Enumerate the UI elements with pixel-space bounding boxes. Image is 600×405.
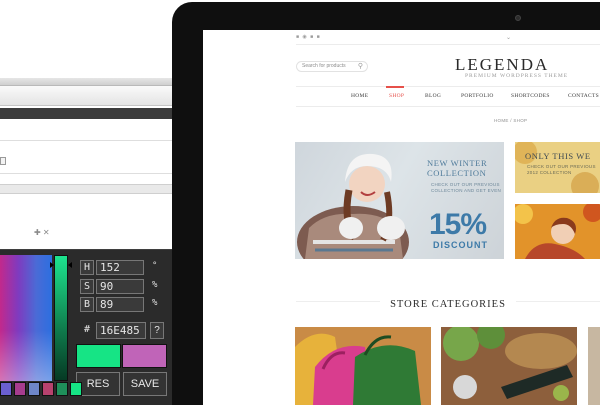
hue-input[interactable]: 152 (96, 260, 144, 275)
camera-icon (515, 15, 521, 21)
chevron-down-icon[interactable]: ⌄ (506, 34, 511, 41)
saturation-input[interactable]: 90 (96, 279, 144, 294)
palette-swatch[interactable] (28, 382, 40, 396)
search-placeholder: Search for products (302, 63, 346, 69)
website-screen: ■ ◉ ■ ■ ⌄ Search for products ⚲ LEGENDA … (203, 30, 600, 405)
nav-blog[interactable]: BLOG (425, 93, 441, 99)
banner1-text-line1: CHECK OUT OUR PREVIOUS (431, 182, 500, 187)
top-bar-icons[interactable]: ■ ◉ ■ ■ (296, 34, 321, 40)
saturation-unit: % (152, 280, 158, 290)
nav-shortcodes[interactable]: SHORTCODES (511, 93, 550, 99)
bags-photo (295, 327, 431, 405)
save-button[interactable]: SAVE (123, 372, 167, 396)
breadcrumb: HOME / SHOP (494, 118, 528, 123)
banner2-text-line2: 2012 COLLECTION (527, 170, 572, 175)
palette-swatch[interactable] (0, 382, 12, 396)
site-logo[interactable]: LEGENDA (455, 55, 549, 75)
palette-swatch[interactable] (14, 382, 26, 396)
nav-top-divider (296, 86, 600, 87)
nav-portfolio[interactable]: PORTFOLIO (461, 93, 494, 99)
reset-button[interactable]: RES (76, 372, 120, 396)
category-bags[interactable] (295, 327, 431, 405)
palette-swatch[interactable] (56, 382, 68, 396)
banner1-text-line2: COLLECTION AND GET EVEN (431, 188, 502, 193)
banner2-title: ONLY THIS WE (525, 151, 591, 161)
banner1-title-line2: COLLECTION (427, 168, 487, 178)
palette-swatch[interactable] (42, 382, 54, 396)
banner1-percent: 15% (429, 208, 487, 241)
hue-label: H (80, 260, 94, 275)
screenshot-stage: ✚ ✕ H 152 ° S 90 % B 89 % # 16E485 ? RES… (0, 0, 600, 405)
autumn-model-banner[interactable] (515, 204, 600, 259)
nav-bottom-divider (296, 106, 600, 107)
categories-title: STORE CATEGORIES (380, 299, 516, 310)
new-color-swatch (76, 344, 121, 368)
hex-input[interactable]: 16E485 (96, 322, 146, 339)
hex-hash: # (84, 324, 91, 335)
only-this-week-banner[interactable]: ONLY THIS WE CHECK OUT OUR PREVIOUS 2012… (515, 142, 600, 193)
banner1-discount: DISCOUNT (433, 240, 488, 250)
previous-color-swatch[interactable] (122, 344, 167, 368)
autumn-model-photo (515, 204, 600, 259)
saturation-brightness-area[interactable] (0, 255, 52, 381)
search-icon[interactable]: ⚲ (358, 63, 363, 70)
palette-swatch[interactable] (70, 382, 82, 396)
banner2-text-line1: CHECK OUT OUR PREVIOUS (527, 164, 596, 169)
winter-collection-banner[interactable]: NEW WINTER COLLECTION CHECK OUT OUR PREV… (295, 142, 504, 259)
nav-contacts[interactable]: CONTACTS (568, 93, 599, 99)
hue-slider[interactable] (54, 255, 68, 381)
saturation-label: S (80, 279, 94, 294)
help-button[interactable]: ? (150, 322, 164, 339)
banner1-title-line1: NEW WINTER (427, 158, 488, 168)
hue-unit: ° (152, 261, 158, 271)
site-top-bar: ■ ◉ ■ ■ ⌄ (203, 33, 600, 43)
main-nav: HOME SHOP BLOG PORTFOLIO SHORTCODES CONT… (203, 88, 600, 106)
nav-shop[interactable]: SHOP (389, 93, 404, 99)
brightness-label: B (80, 297, 94, 312)
editor-spinner[interactable] (0, 157, 6, 165)
nav-home[interactable]: HOME (351, 93, 368, 99)
top-divider (296, 44, 600, 45)
brightness-input[interactable]: 89 (96, 297, 144, 312)
wine-photo (441, 327, 577, 405)
color-palette (0, 382, 82, 396)
category-wine[interactable] (441, 327, 577, 405)
search-input[interactable]: Search for products ⚲ (296, 61, 368, 72)
categories-heading: STORE CATEGORIES (203, 294, 600, 312)
category-partial[interactable] (588, 327, 600, 405)
brightness-unit: % (152, 298, 158, 308)
editor-panel-controls[interactable]: ✚ ✕ (34, 228, 50, 237)
site-tagline: PREMIUM WORDPRESS THEME (465, 73, 569, 79)
